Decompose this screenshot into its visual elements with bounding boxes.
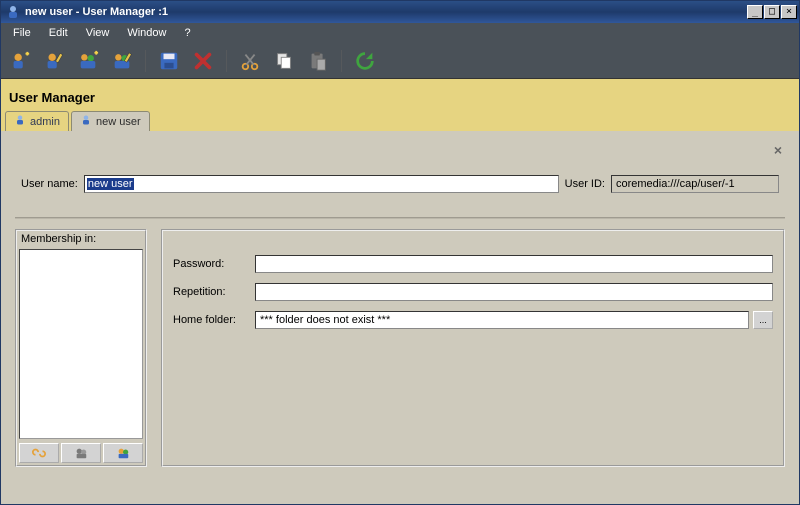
maximize-button[interactable]: □ [764,5,780,19]
new-group-icon [77,50,99,72]
tab-label: new user [96,116,141,128]
minimize-button[interactable]: _ [747,5,763,19]
edit-user-button[interactable] [41,48,67,74]
menu-view[interactable]: View [78,25,118,41]
repetition-input[interactable] [255,283,773,301]
user-ident-row: User name: new user User ID: coremedia:/… [15,175,785,193]
membership-user-group-button[interactable] [103,443,143,463]
panel-row: Membership in: Password: Repet [15,229,785,467]
username-value: new user [87,178,134,190]
paste-icon [307,50,329,72]
membership-buttons [17,441,145,465]
membership-label: Membership in: [17,231,145,249]
username-input[interactable]: new user [84,175,559,193]
tabs-row: admin new user [1,111,799,131]
repetition-label: Repetition: [173,286,251,298]
refresh-icon [354,50,376,72]
divider [15,217,785,219]
page-title: User Manager [1,86,799,111]
userid-field: coremedia:///cap/user/-1 [611,175,779,193]
new-user-icon [9,50,31,72]
membership-add-button[interactable] [19,443,59,463]
toolbar [1,43,799,79]
paste-button[interactable] [305,48,331,74]
username-label: User name: [21,178,78,190]
delete-button[interactable] [190,48,216,74]
menu-file[interactable]: File [5,25,39,41]
content: × User name: new user User ID: coremedia… [1,131,799,473]
userid-label: User ID: [565,178,605,190]
person-icon [14,114,26,129]
password-label: Password: [173,258,251,270]
details-panel: Password: Repetition: Home folder: ... [161,229,785,467]
edit-user-icon [43,50,65,72]
close-button[interactable]: × [781,5,797,19]
refresh-button[interactable] [352,48,378,74]
edit-group-icon [111,50,133,72]
tab-new-user[interactable]: new user [71,111,150,131]
person-icon [80,114,92,129]
cut-button[interactable] [237,48,263,74]
membership-panel: Membership in: [15,229,147,467]
window-controls: _ □ × [747,5,797,19]
membership-list[interactable] [19,249,143,439]
copy-icon [273,50,295,72]
close-panel-button[interactable]: × [771,143,785,157]
homefolder-label: Home folder: [173,314,251,326]
menu-window[interactable]: Window [119,25,174,41]
window-title: new user - User Manager :1 [25,6,747,18]
save-button[interactable] [156,48,182,74]
edit-group-button[interactable] [109,48,135,74]
userid-value: coremedia:///cap/user/-1 [616,178,735,190]
menu-help[interactable]: ? [176,25,198,41]
tab-label: admin [30,116,60,128]
browse-button[interactable]: ... [753,311,773,329]
group-color-icon [115,446,131,460]
tab-admin[interactable]: admin [5,111,69,131]
browse-label: ... [759,315,767,325]
password-input[interactable] [255,255,773,273]
cut-icon [239,50,261,72]
header-band: User Manager admin new user [1,79,799,131]
save-icon [158,50,180,72]
group-grey-icon [73,446,89,460]
homefolder-input[interactable] [255,311,749,329]
new-user-button[interactable] [7,48,33,74]
new-group-button[interactable] [75,48,101,74]
menu-bar: File Edit View Window ? [1,23,799,43]
user-icon [5,4,21,20]
title-bar: new user - User Manager :1 _ □ × [1,1,799,23]
membership-group-button[interactable] [61,443,101,463]
menu-edit[interactable]: Edit [41,25,76,41]
delete-icon [192,50,214,72]
link-icon [31,446,47,460]
copy-button[interactable] [271,48,297,74]
